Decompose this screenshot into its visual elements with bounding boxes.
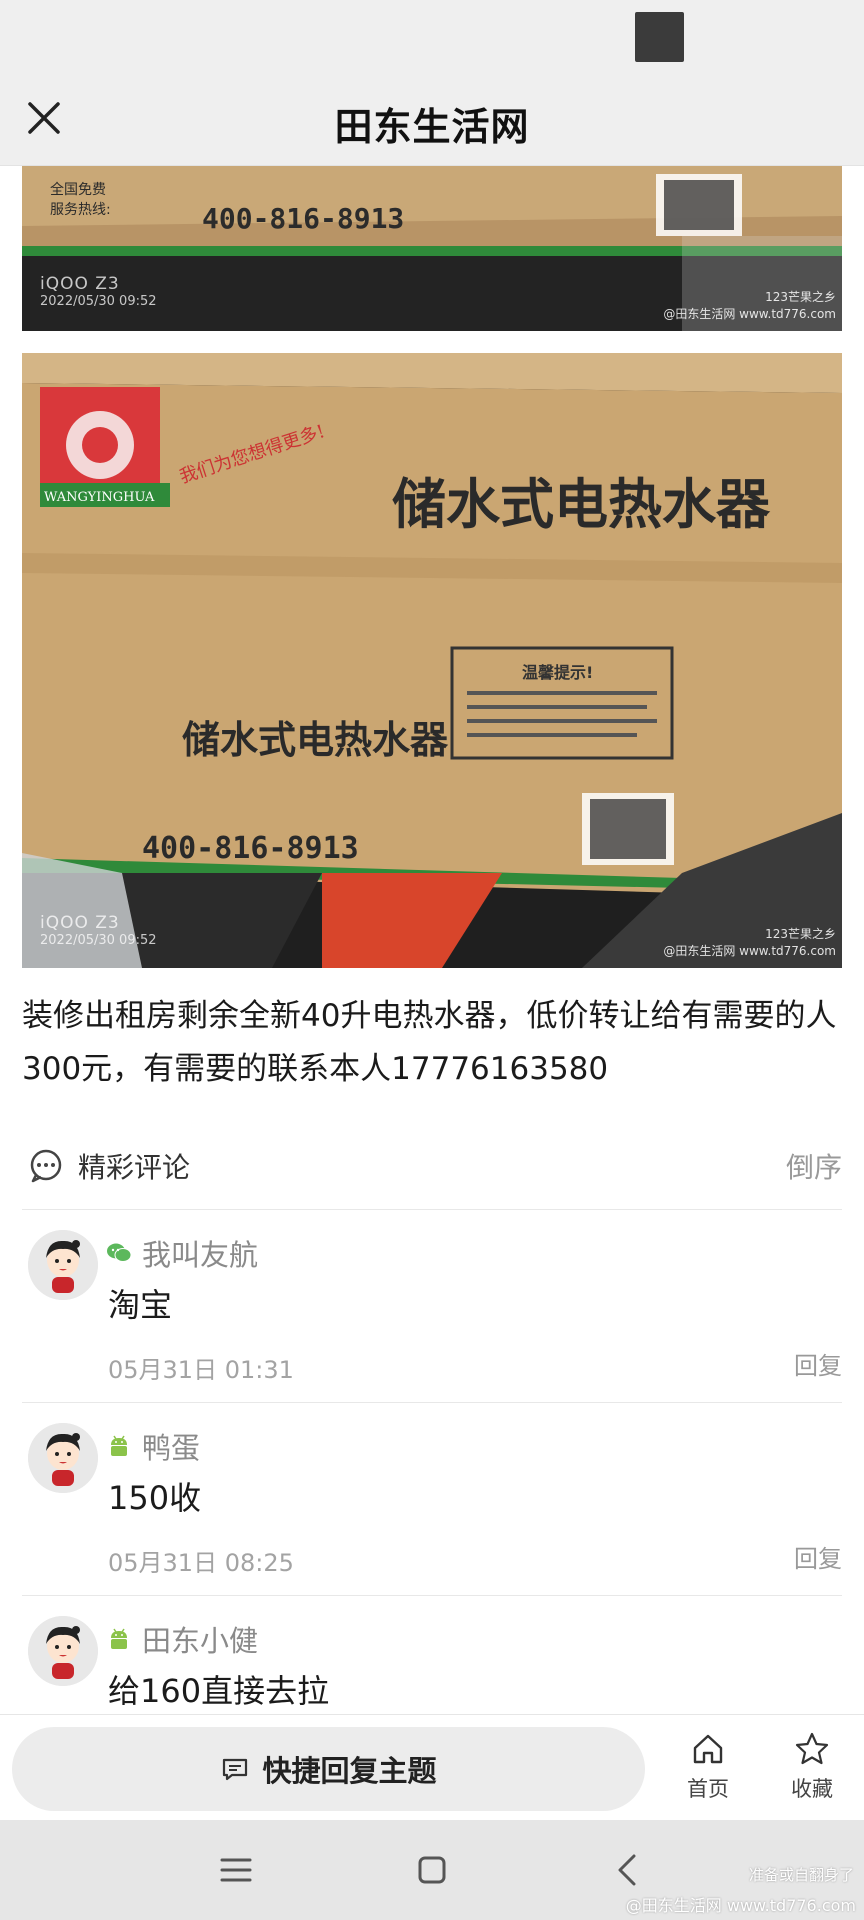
product-phone-text: 400-816-8913 xyxy=(142,831,359,866)
post-image-1[interactable]: 全国免费 服务热线: 400-816-8913 iQOO Z3 2022/05/… xyxy=(22,166,842,331)
quick-reply-button[interactable]: 快捷回复主题 xyxy=(12,1727,645,1811)
status-bar xyxy=(0,0,864,78)
photo2-watermark-right: 123芒果之乡 @田东生活网 www.td776.com xyxy=(663,925,836,959)
photo-watermark-left: iQOO Z3 2022/05/30 09:52 xyxy=(40,274,157,309)
comment-item: 我叫友航 淘宝 05月31日 01:31 回复 xyxy=(22,1210,842,1403)
photo-watermark-right-1: 123芒果之乡 xyxy=(765,290,836,304)
comment-text: 淘宝 xyxy=(108,1286,173,1324)
box-free-service-text: 全国免费 xyxy=(50,181,106,198)
comment-time: 05月31日 08:25 xyxy=(108,1549,294,1577)
post-image-2[interactable]: WANGYINGHUA 我们为您想得更多! 储水式电热水器 储水式电热水器 温馨… xyxy=(22,353,842,968)
avatar[interactable] xyxy=(28,1423,98,1493)
photo2-watermark-date: 2022/05/30 09:52 xyxy=(40,933,157,948)
tab-home-label: 首页 xyxy=(687,1777,729,1801)
screen-watermark-2: @田东生活网 www.td776.com xyxy=(625,1896,856,1915)
photo-watermark-right: 123芒果之乡 @田东生活网 www.td776.com xyxy=(663,288,836,322)
tab-favorite[interactable]: 收藏 xyxy=(772,1731,852,1803)
brand-name-text: WANGYINGHUA xyxy=(44,490,155,505)
product-name-text: 储水式电热水器 xyxy=(392,473,771,536)
app-screen: 田东生活网 全国免费 服务热线: 400-816-8913 iQOO Z3 20… xyxy=(0,0,864,1920)
home-icon xyxy=(693,1734,723,1764)
star-icon xyxy=(795,1732,829,1765)
comment-time: 05月31日 01:31 xyxy=(108,1356,294,1384)
tab-favorite-label: 收藏 xyxy=(791,1777,833,1801)
home-square-icon[interactable] xyxy=(412,1850,452,1890)
page-title: 田东生活网 xyxy=(334,105,530,149)
post-content: 装修出租房剩余全新40升电热水器，低价转让给有需要的人300元，有需要的联系本人… xyxy=(22,998,837,1087)
camera-cutout xyxy=(635,12,684,62)
photo2-watermark-left: iQOO Z3 2022/05/30 09:52 xyxy=(40,913,157,948)
box-phone-text: 400-816-8913 xyxy=(202,202,404,235)
comment-text: 150收 xyxy=(108,1479,202,1517)
warning-title-text: 温馨提示! xyxy=(521,663,593,682)
bottom-action-bar: 快捷回复主题 首页 收藏 xyxy=(0,1714,864,1820)
comment-username[interactable]: 鸭蛋 xyxy=(142,1425,200,1467)
photo-watermark-date: 2022/05/30 09:52 xyxy=(40,294,157,309)
quick-reply-label: 快捷回复主题 xyxy=(262,1754,437,1788)
photo2-watermark-model: iQOO Z3 xyxy=(40,913,120,933)
comment-text: 给160直接去拉 xyxy=(108,1672,330,1710)
avatar[interactable] xyxy=(28,1230,98,1300)
comment-username[interactable]: 我叫友航 xyxy=(142,1232,258,1274)
comment-bubble-icon xyxy=(30,1149,62,1183)
android-icon xyxy=(111,1628,127,1649)
photo2-watermark-right-2: @田东生活网 www.td776.com xyxy=(663,944,836,958)
box-hotline-text: 服务热线: xyxy=(50,202,111,218)
photo-watermark-model: iQOO Z3 xyxy=(40,274,120,294)
screen-watermark-1: 准备或自翻身了 xyxy=(748,1866,854,1884)
photo2-watermark-right-1: 123芒果之乡 xyxy=(765,927,836,941)
wechat-icon xyxy=(107,1243,132,1262)
photo-watermark-right-2: @田东生活网 www.td776.com xyxy=(663,307,836,321)
comments-title: 精彩评论 xyxy=(78,1151,191,1184)
system-nav-bar: 准备或自翻身了 @田东生活网 www.td776.com xyxy=(0,1820,864,1920)
android-icon xyxy=(111,1435,127,1456)
reply-button[interactable]: 回复 xyxy=(794,1346,842,1381)
product-name-side-text: 储水式电热水器 xyxy=(182,718,449,762)
back-chevron-icon[interactable] xyxy=(608,1850,648,1890)
reply-button[interactable]: 回复 xyxy=(794,1539,842,1574)
message-square-icon xyxy=(223,1758,248,1781)
tab-home[interactable]: 首页 xyxy=(668,1731,748,1803)
comment-item: 鸭蛋 150收 05月31日 08:25 回复 xyxy=(22,1403,842,1596)
sort-order-button[interactable]: 倒序 xyxy=(786,1146,842,1186)
top-header: 田东生活网 xyxy=(0,78,864,166)
avatar[interactable] xyxy=(28,1616,98,1686)
comments-header: 精彩评论 倒序 xyxy=(22,1130,842,1210)
menu-icon[interactable] xyxy=(216,1850,256,1890)
comment-username[interactable]: 田东小健 xyxy=(142,1618,258,1660)
